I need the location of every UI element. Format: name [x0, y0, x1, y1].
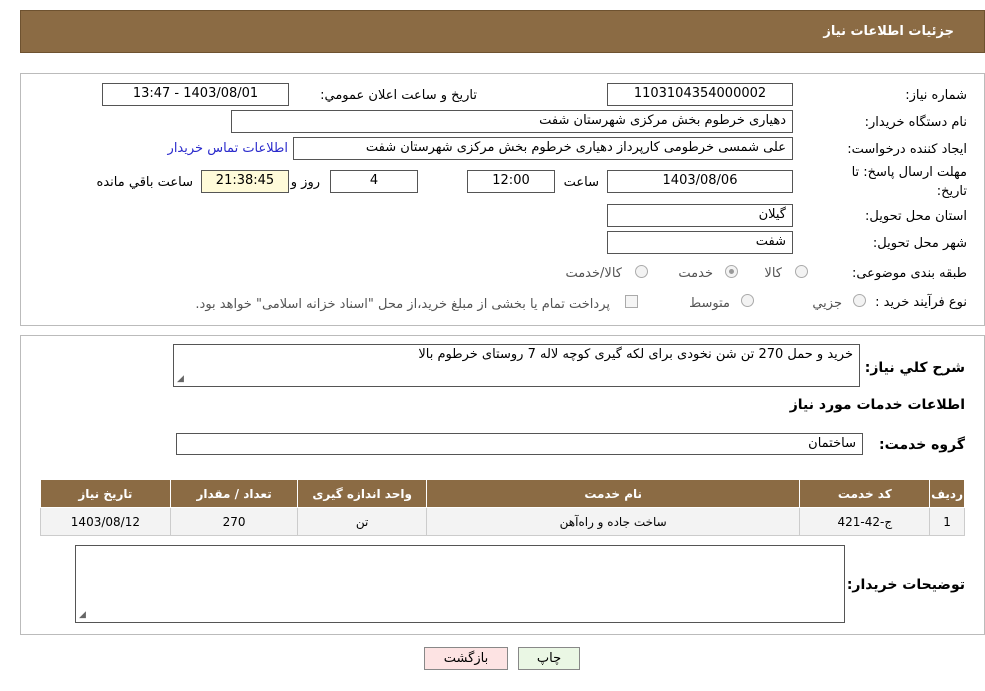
- page-header: جزئیات اطلاعات نیاز: [20, 10, 985, 53]
- summary-label: شرح کلي نیاز:: [864, 360, 965, 376]
- process-label: نوع فرآیند خرید :: [875, 295, 967, 310]
- category-option-service: خدمت: [678, 266, 713, 281]
- service-group-field: ساختمان: [176, 433, 863, 455]
- category-radio-goods[interactable]: [795, 265, 808, 278]
- category-radio-service[interactable]: [725, 265, 738, 278]
- buyer-org-label: نام دستگاه خریدار:: [864, 115, 967, 130]
- city-label: شهر محل تحویل:: [872, 236, 967, 251]
- deadline-label-date: تاریخ:: [936, 184, 967, 199]
- province-field: گیلان: [607, 204, 793, 227]
- col-unit: واحد اندازه گیری: [297, 479, 427, 508]
- payment-note: پرداخت تمام یا بخشی از مبلغ خرید،از محل …: [195, 297, 610, 312]
- services-title: اطلاعات خدمات مورد نیاز: [789, 397, 965, 413]
- resize-handle-icon[interactable]: ◢: [79, 610, 86, 620]
- category-option-goods: کالا: [764, 266, 782, 281]
- process-option-minor: جزيي: [812, 296, 842, 311]
- creator-field: علی شمسی خرطومی کارپرداز دهیاری خرطوم بخ…: [293, 137, 793, 160]
- col-row: ردیف: [929, 479, 965, 508]
- resize-handle-icon[interactable]: ◢: [177, 374, 184, 384]
- services-table: ردیف کد خدمت نام خدمت واحد اندازه گیری ت…: [40, 479, 965, 536]
- days-label: روز و: [290, 175, 320, 190]
- category-label: طبقه بندی موضوعی:: [851, 266, 967, 281]
- remaining-time-field: 21:38:45: [201, 170, 289, 193]
- city-field: شفت: [607, 231, 793, 254]
- treasury-checkbox[interactable]: [625, 295, 638, 308]
- deadline-date-field: 1403/08/06: [607, 170, 793, 193]
- cell-row: 1: [929, 507, 965, 536]
- cell-service-code: ج-42-421: [799, 507, 931, 536]
- print-button[interactable]: چاپ: [518, 647, 580, 670]
- col-service-code: کد خدمت: [799, 479, 931, 508]
- process-option-medium: متوسط: [689, 296, 730, 311]
- contact-info-link[interactable]: اطلاعات تماس خریدار: [168, 141, 288, 156]
- deadline-label: مهلت ارسال پاسخ: تا: [851, 165, 967, 180]
- col-need-date: تاریخ نیاز: [40, 479, 171, 508]
- days-field: 4: [330, 170, 418, 193]
- cell-service-name: ساخت جاده و راه‌آهن: [425, 507, 801, 536]
- buyer-org-field: دهیاری خرطوم بخش مرکزی شهرستان شفت: [231, 110, 793, 133]
- deadline-time-field: 12:00: [467, 170, 555, 193]
- cell-need-date: 1403/08/12: [40, 507, 171, 536]
- need-number-label: شماره نیاز:: [905, 88, 967, 103]
- cell-unit: تن: [297, 507, 427, 536]
- summary-text: خرید و حمل 270 تن شن نخودی برای لکه گیری…: [418, 347, 853, 362]
- table-header-row: ردیف کد خدمت نام خدمت واحد اندازه گیری ت…: [40, 479, 965, 508]
- back-button[interactable]: بازگشت: [424, 647, 508, 670]
- province-label: استان محل تحویل:: [865, 209, 967, 224]
- summary-field: خرید و حمل 270 تن شن نخودی برای لکه گیری…: [173, 344, 860, 387]
- cell-quantity: 270: [169, 507, 299, 536]
- need-number-field: 1103104354000002: [607, 83, 793, 106]
- col-service-name: نام خدمت: [425, 479, 801, 508]
- buyer-notes-label: توضیحات خریدار:: [846, 577, 965, 593]
- col-quantity: تعداد / مقدار: [169, 479, 299, 508]
- remaining-label: ساعت باقي مانده: [96, 175, 193, 190]
- category-option-goods-service: کالا/خدمت: [565, 266, 622, 281]
- process-radio-medium[interactable]: [741, 294, 754, 307]
- page-title: جزئیات اطلاعات نیاز: [823, 24, 954, 39]
- process-radio-minor[interactable]: [853, 294, 866, 307]
- creator-label: ایجاد کننده درخواست:: [847, 142, 967, 157]
- table-row: 1 ج-42-421 ساخت جاده و راه‌آهن تن 270 14…: [40, 507, 965, 536]
- announce-label: تاریخ و ساعت اعلان عمومي:: [320, 88, 477, 103]
- category-radio-goods-service[interactable]: [635, 265, 648, 278]
- announce-field: 1403/08/01 - 13:47: [102, 83, 289, 106]
- buyer-notes-field[interactable]: ◢: [75, 545, 845, 623]
- service-group-label: گروه خدمت:: [879, 437, 965, 453]
- time-label: ساعت: [563, 175, 599, 190]
